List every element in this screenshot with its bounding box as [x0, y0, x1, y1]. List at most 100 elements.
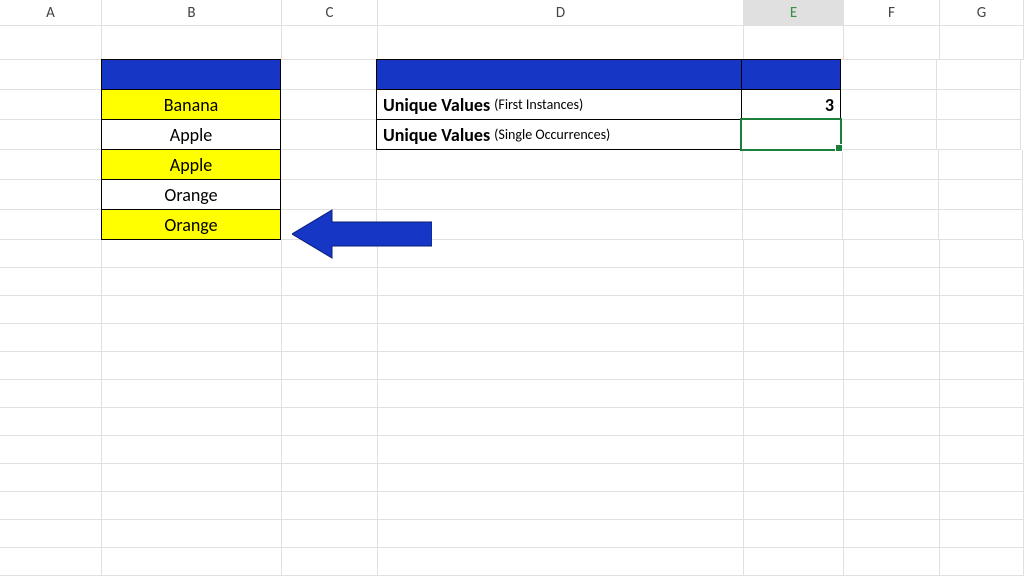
- cell[interactable]: [0, 26, 102, 60]
- cell[interactable]: [841, 60, 937, 90]
- cell[interactable]: [940, 436, 1024, 464]
- cell[interactable]: [102, 296, 282, 324]
- cell[interactable]: [744, 548, 844, 576]
- summary-header-label[interactable]: [376, 59, 742, 90]
- cell[interactable]: [940, 520, 1024, 548]
- cell[interactable]: [744, 436, 844, 464]
- cell[interactable]: [378, 464, 744, 492]
- fruit-cell[interactable]: Orange: [101, 209, 281, 240]
- cell[interactable]: [102, 520, 282, 548]
- cell[interactable]: [744, 408, 844, 436]
- cell[interactable]: [0, 180, 102, 210]
- cell[interactable]: [844, 464, 940, 492]
- cell[interactable]: [0, 324, 102, 352]
- cell[interactable]: [281, 60, 377, 90]
- cell[interactable]: [937, 60, 1021, 90]
- cell[interactable]: [0, 408, 102, 436]
- cell[interactable]: [0, 352, 102, 380]
- cell[interactable]: [282, 296, 378, 324]
- cell[interactable]: [844, 492, 940, 520]
- cell[interactable]: [744, 380, 844, 408]
- cell[interactable]: [282, 268, 378, 296]
- col-header-d[interactable]: D: [378, 0, 744, 25]
- cell[interactable]: [843, 150, 939, 180]
- cell[interactable]: [281, 90, 377, 120]
- col-header-c[interactable]: C: [282, 0, 378, 25]
- cell[interactable]: [102, 464, 282, 492]
- summary-label-first-instances[interactable]: Unique Values (First Instances): [376, 89, 742, 120]
- cell[interactable]: [937, 120, 1021, 150]
- cell[interactable]: [0, 210, 102, 240]
- fruit-header[interactable]: [101, 59, 281, 90]
- cell[interactable]: [844, 240, 940, 268]
- cell[interactable]: [378, 352, 744, 380]
- cell[interactable]: [940, 296, 1024, 324]
- summary-value-single-occurrences[interactable]: [741, 119, 841, 150]
- cell[interactable]: [744, 26, 844, 60]
- cell[interactable]: [939, 150, 1023, 180]
- cell[interactable]: [743, 150, 843, 180]
- cell[interactable]: [102, 352, 282, 380]
- cell[interactable]: [102, 26, 282, 60]
- cell[interactable]: [0, 240, 102, 268]
- cell[interactable]: [102, 408, 282, 436]
- cell[interactable]: [940, 268, 1024, 296]
- cell[interactable]: [844, 436, 940, 464]
- cell[interactable]: [744, 520, 844, 548]
- cell[interactable]: [102, 436, 282, 464]
- cell[interactable]: [743, 210, 843, 240]
- cell[interactable]: [0, 464, 102, 492]
- cell[interactable]: [844, 324, 940, 352]
- cell[interactable]: [282, 324, 378, 352]
- cell[interactable]: [0, 548, 102, 576]
- cell[interactable]: [282, 408, 378, 436]
- cell[interactable]: [378, 520, 744, 548]
- cell[interactable]: [0, 492, 102, 520]
- cell[interactable]: [940, 464, 1024, 492]
- cell[interactable]: [937, 90, 1021, 120]
- cell[interactable]: [0, 296, 102, 324]
- cell[interactable]: [282, 380, 378, 408]
- fruit-cell[interactable]: Apple: [101, 119, 281, 150]
- cell[interactable]: [844, 26, 940, 60]
- cell[interactable]: [282, 548, 378, 576]
- cell[interactable]: [939, 210, 1023, 240]
- cell[interactable]: [940, 324, 1024, 352]
- cell[interactable]: [378, 268, 744, 296]
- cell[interactable]: [844, 380, 940, 408]
- cell[interactable]: [378, 26, 744, 60]
- fruit-cell[interactable]: Banana: [101, 89, 281, 120]
- cell[interactable]: [281, 120, 377, 150]
- cell[interactable]: [940, 26, 1024, 60]
- cell[interactable]: [378, 548, 744, 576]
- cell[interactable]: [0, 90, 102, 120]
- cell[interactable]: [744, 464, 844, 492]
- cell[interactable]: [841, 120, 937, 150]
- cell[interactable]: [0, 436, 102, 464]
- cell[interactable]: [940, 492, 1024, 520]
- cell[interactable]: [0, 150, 102, 180]
- cell[interactable]: [102, 548, 282, 576]
- col-header-e[interactable]: E: [744, 0, 844, 25]
- cell[interactable]: [744, 324, 844, 352]
- cell[interactable]: [844, 548, 940, 576]
- cell[interactable]: [282, 464, 378, 492]
- cell[interactable]: [102, 268, 282, 296]
- cell[interactable]: [378, 492, 744, 520]
- cell[interactable]: [744, 492, 844, 520]
- col-header-a[interactable]: A: [0, 0, 102, 25]
- cell[interactable]: [744, 352, 844, 380]
- fruit-cell[interactable]: Orange: [101, 179, 281, 210]
- cell[interactable]: [940, 548, 1024, 576]
- col-header-f[interactable]: F: [844, 0, 940, 25]
- cell[interactable]: [940, 240, 1024, 268]
- cell[interactable]: [843, 210, 939, 240]
- cell[interactable]: [378, 436, 744, 464]
- summary-value-first-instances[interactable]: 3: [741, 89, 841, 120]
- cell[interactable]: [844, 408, 940, 436]
- cell[interactable]: [843, 180, 939, 210]
- cell[interactable]: [282, 26, 378, 60]
- cell[interactable]: [378, 324, 744, 352]
- cell[interactable]: [744, 296, 844, 324]
- cell[interactable]: [378, 380, 744, 408]
